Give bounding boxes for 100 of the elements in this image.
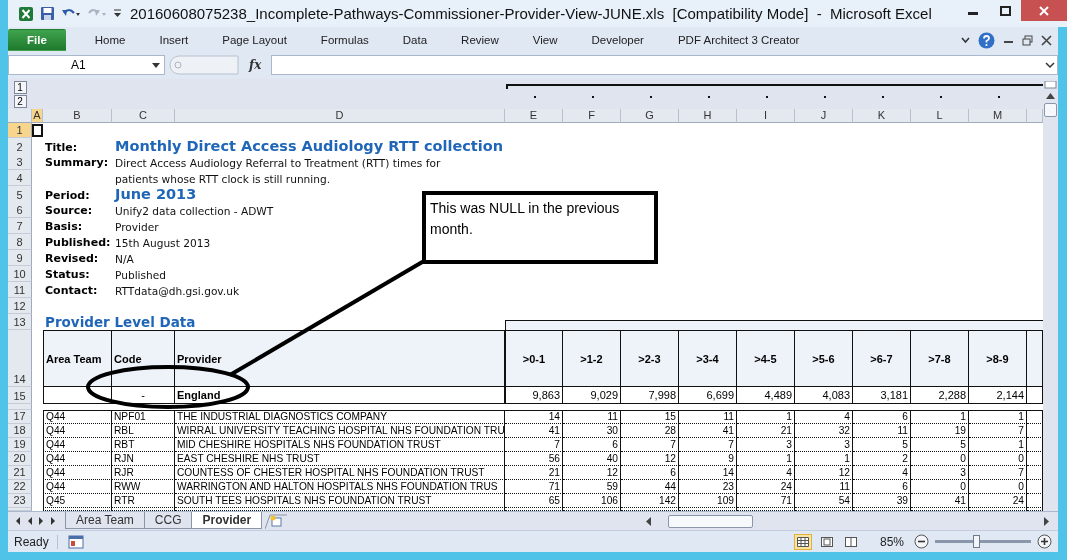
table-cell: EAST CHESHIRE NHS TRUST — [175, 452, 505, 466]
field-value: Provider — [114, 221, 159, 234]
table-cell: MID CHESHIRE HOSPITALS NHS FOUNDATION TRUST — [175, 438, 505, 452]
minimize-ribbon-icon[interactable] — [961, 36, 970, 44]
column-header: >6-7 — [853, 330, 911, 387]
outline-level-button[interactable]: 2 — [13, 95, 27, 108]
first-sheet-icon[interactable] — [14, 517, 21, 525]
row-number: 15 — [8, 387, 32, 404]
table-cell: 4,083 — [795, 387, 853, 404]
column-heading[interactable]: L — [911, 109, 969, 123]
row-number: 22 — [8, 480, 32, 494]
table-cell: 65 — [505, 494, 563, 508]
table-cell: 19 — [911, 424, 969, 438]
split-handle-icon[interactable] — [1044, 81, 1057, 89]
last-sheet-icon[interactable] — [50, 517, 57, 525]
scroll-right-icon[interactable] — [1043, 516, 1050, 526]
row-number: 17 — [8, 410, 32, 424]
table-cell: 6 — [853, 480, 911, 494]
table-cell: 4 — [795, 410, 853, 424]
column-heading[interactable]: J — [795, 109, 853, 123]
zoom-in-icon[interactable] — [1037, 534, 1052, 549]
column-heading[interactable]: K — [853, 109, 911, 123]
row-number: 20 — [8, 452, 32, 466]
excel-logo-icon — [18, 5, 34, 22]
name-box[interactable]: A1 — [8, 55, 165, 75]
insert-function-button[interactable]: fx — [243, 58, 268, 72]
customize-caret-icon[interactable] — [113, 7, 122, 20]
row-number: 9 — [8, 250, 32, 266]
close-button[interactable] — [1021, 0, 1067, 21]
save-icon[interactable] — [40, 6, 55, 21]
sheet-tab[interactable]: CCG — [143, 512, 193, 529]
ribbon-tab[interactable]: Review — [446, 29, 514, 51]
table-cell: 5 — [911, 438, 969, 452]
formula-input[interactable] — [271, 55, 1058, 75]
ribbon-tab[interactable]: PDF Architect 3 Creator — [662, 29, 815, 51]
table-cell: 71 — [505, 480, 563, 494]
column-header — [1027, 330, 1043, 387]
column-header: >3-4 — [679, 330, 737, 387]
ribbon-tab[interactable]: Insert — [144, 29, 204, 51]
active-cell[interactable] — [32, 124, 43, 137]
column-heading[interactable]: C — [112, 109, 175, 123]
table-cell: 41 — [679, 424, 737, 438]
table-cell: RJN — [112, 452, 175, 466]
scroll-thumb[interactable] — [1044, 103, 1057, 117]
macro-record-icon[interactable] — [67, 534, 84, 549]
table-cell: 23 — [679, 480, 737, 494]
column-heading[interactable]: H — [679, 109, 737, 123]
table-cell: 6 — [621, 466, 679, 480]
restore-icon[interactable] — [1022, 34, 1033, 46]
sheet-tab[interactable]: Area Team — [65, 512, 145, 529]
column-heading[interactable]: I — [737, 109, 795, 123]
table-cell: 0 — [969, 480, 1027, 494]
table-cell: 11 — [795, 480, 853, 494]
scroll-up-icon[interactable] — [1046, 93, 1055, 99]
file-menu-button[interactable]: File — [8, 29, 66, 51]
table-cell: WIRRAL UNIVERSITY TEACHING HOSPITAL NHS FOUNDATION TRU — [175, 424, 505, 438]
zoom-out-icon[interactable] — [914, 534, 929, 549]
close-icon[interactable] — [1041, 34, 1052, 46]
ribbon-tab[interactable]: Data — [387, 29, 443, 51]
help-icon[interactable] — [978, 31, 995, 49]
ribbon-tab[interactable]: Page Layout — [207, 29, 302, 51]
column-heading[interactable]: D — [175, 109, 505, 123]
column-heading[interactable]: E — [505, 109, 563, 123]
sheet-tab[interactable]: Provider — [191, 512, 263, 529]
table-cell: 3 — [795, 438, 853, 452]
next-sheet-icon[interactable] — [38, 517, 45, 525]
previous-sheet-icon[interactable] — [26, 517, 33, 525]
row-number: 10 — [8, 266, 32, 282]
ribbon-tab[interactable]: Formulas — [305, 29, 384, 51]
ribbon-tab[interactable]: Developer — [576, 29, 659, 51]
table-cell: 11 — [679, 410, 737, 424]
table-cell: 14 — [505, 410, 563, 424]
field-label: Published: — [44, 236, 112, 250]
field-value: RTTdata@dh.gsi.gov.uk — [114, 285, 240, 298]
row-number: 12 — [8, 298, 32, 314]
row-number: 6 — [8, 202, 32, 218]
normal-view-button[interactable] — [793, 533, 812, 550]
table-cell: 11 — [853, 424, 911, 438]
table-cell: 21 — [737, 424, 795, 438]
field-label: Basis: — [44, 220, 84, 234]
table-cell: RBT — [112, 438, 175, 452]
zoom-slider-thumb[interactable] — [973, 535, 981, 548]
section-title: Provider Level Data — [44, 314, 196, 330]
column-heading[interactable]: G — [621, 109, 679, 123]
vertical-scrollbar[interactable] — [1043, 79, 1058, 511]
column-heading[interactable]: B — [43, 109, 112, 123]
scroll-thumb[interactable] — [668, 514, 753, 528]
column-heading[interactable]: M — [969, 109, 1027, 123]
table-cell: 40 — [563, 452, 621, 466]
column-heading[interactable]: F — [563, 109, 621, 123]
table-cell: 2,144 — [969, 387, 1027, 404]
ribbon-tab[interactable]: View — [517, 29, 573, 51]
outline-level-button[interactable]: 1 — [13, 81, 27, 94]
table-cell: 109 — [679, 494, 737, 508]
ribbon-tab[interactable]: Home — [79, 29, 141, 51]
table-cell: - — [112, 387, 175, 404]
row-number: 19 — [8, 438, 32, 452]
expand-handle-icon[interactable] — [169, 55, 239, 75]
scroll-left-icon[interactable] — [645, 516, 652, 526]
table-cell: RTR — [112, 494, 175, 508]
